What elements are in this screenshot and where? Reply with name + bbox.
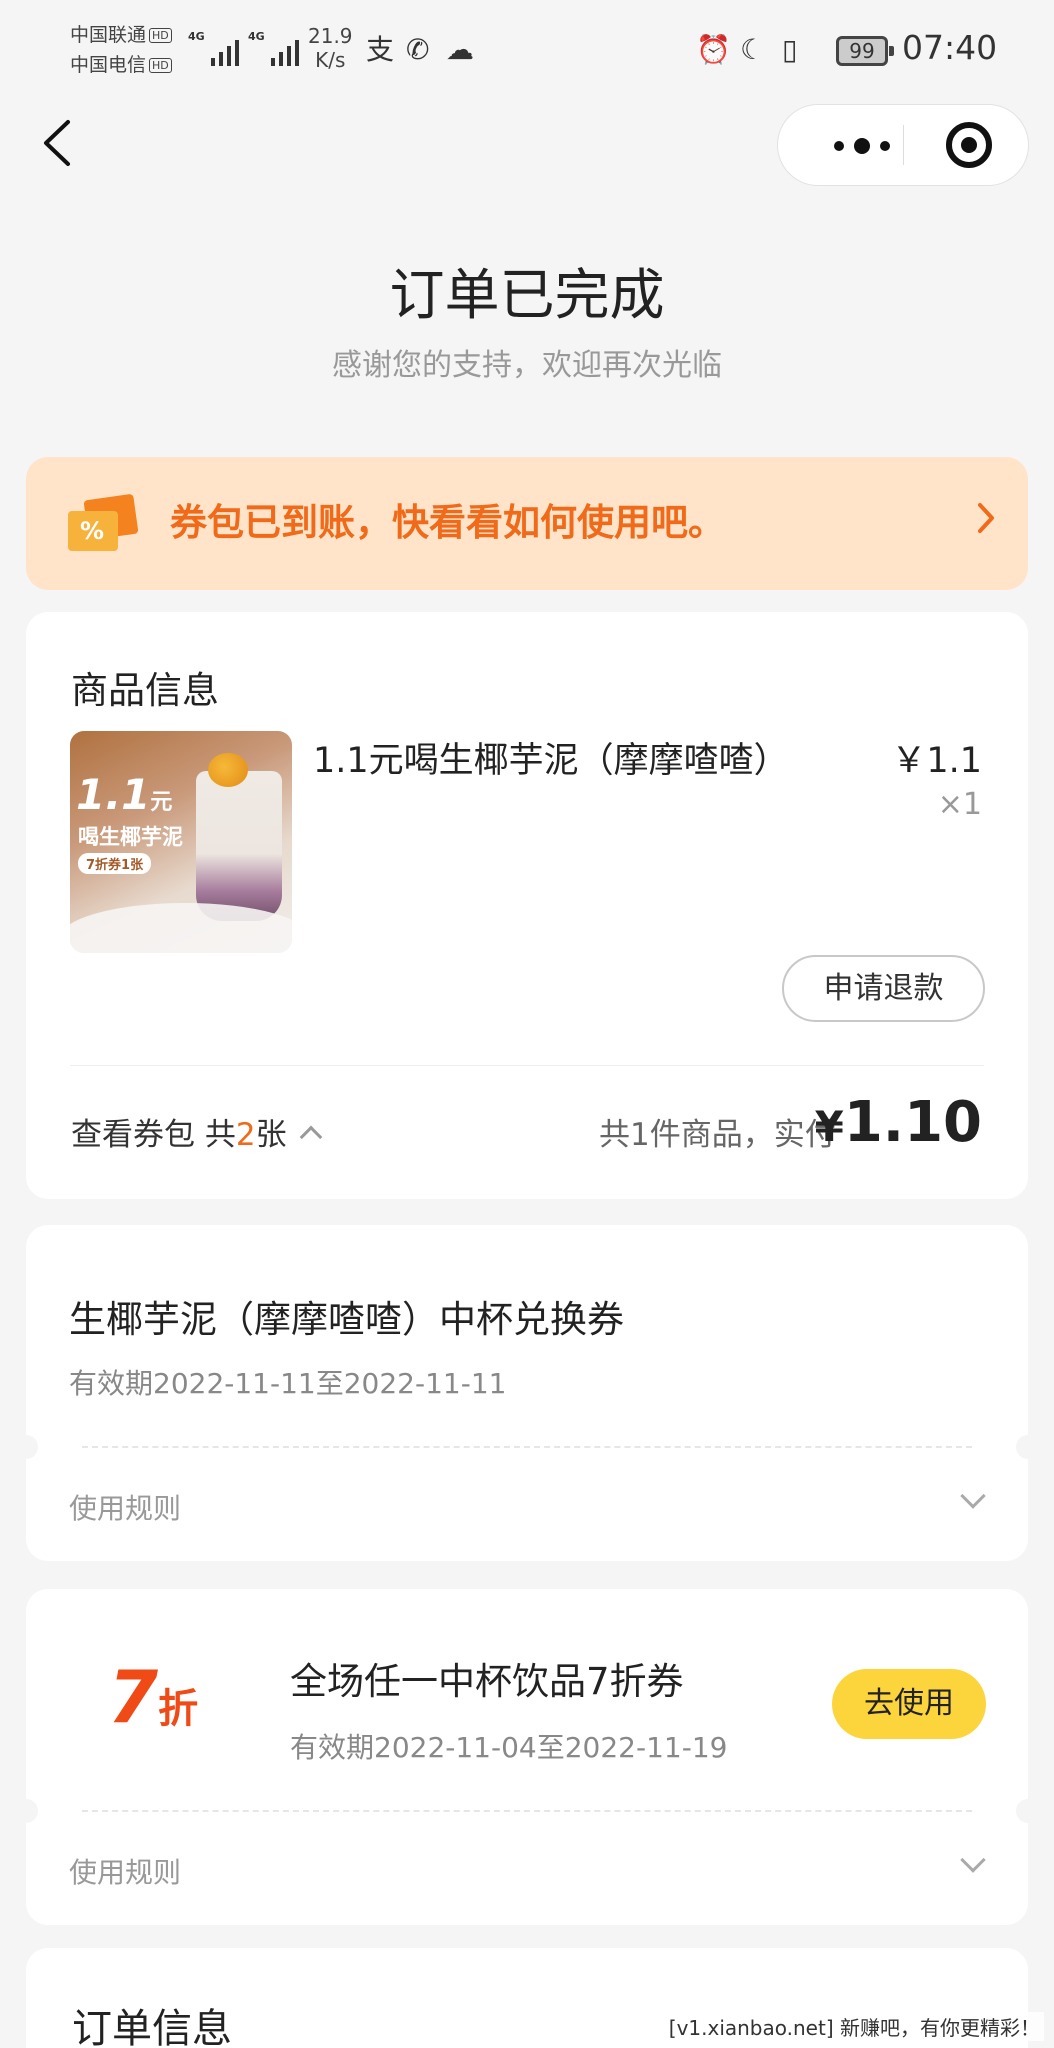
coupon-ticket-icon: %	[68, 493, 139, 551]
watermark: [v1.xianbao.net] 新赚吧，有你更精彩！	[664, 2012, 1044, 2041]
more-icon[interactable]	[818, 105, 906, 185]
product-info-card: 商品信息 1.1元 喝生椰芋泥 7折券1张 1.1元喝生椰芋泥（摩摩喳喳） ￥1…	[26, 612, 1028, 1199]
page-subtitle: 感谢您的支持，欢迎再次光临	[332, 348, 722, 383]
use-voucher-button[interactable]: 去使用	[832, 1669, 986, 1739]
refund-button[interactable]: 申请退款	[782, 955, 985, 1022]
hd-badge: HD	[149, 28, 172, 43]
discount-voucher-card: 7折 全场任一中杯饮品7折券 有效期2022-11-04至2022-11-19 …	[14, 1589, 1040, 1925]
view-voucher-pack[interactable]: 查看券包 共2张	[71, 1109, 322, 1154]
voucher-validity: 有效期2022-11-04至2022-11-19	[290, 1731, 728, 1764]
close-mini-program-icon[interactable]	[946, 122, 992, 168]
network-speed: 21.9 K/s	[308, 24, 353, 72]
carrier-info: 中国联通 HD 中国电信 HD	[70, 20, 172, 80]
product-quantity: ×1	[937, 787, 982, 822]
chevron-up-icon	[299, 1125, 322, 1149]
section-title: 商品信息	[71, 669, 219, 712]
signal-icon: 4G	[188, 30, 239, 66]
wechat-icon: ☁	[446, 33, 474, 66]
hd-badge: HD	[149, 58, 172, 73]
clock: 07:40	[902, 28, 998, 67]
total-amount: ¥1.10	[814, 1090, 982, 1155]
dashed-divider	[82, 1446, 972, 1448]
dashed-divider	[82, 1810, 972, 1812]
product-name: 1.1元喝生椰芋泥（摩摩喳喳）	[313, 741, 789, 781]
image-price: 1.1	[76, 770, 151, 819]
vibrate-icon: ▯	[782, 33, 798, 66]
coupon-arrival-banner[interactable]: % 券包已到账，快看看如何使用吧。	[26, 457, 1028, 590]
voucher-title: 生椰芋泥（摩摩喳喳）中杯兑换券	[69, 1298, 624, 1341]
product-price: ￥1.1	[891, 741, 982, 781]
back-icon[interactable]	[40, 118, 80, 174]
total-label: 共1件商品，实付	[599, 1117, 836, 1153]
status-bar: 中国联通 HD 中国电信 HD 4G 4G 21.9 K/s 支 ✆ ☁ ⏰ ☾ ▯…	[0, 0, 1054, 100]
carrier-2: 中国电信	[70, 54, 147, 76]
voucher-validity: 有效期2022-11-11至2022-11-11	[69, 1367, 507, 1400]
section-title: 订单信息	[72, 2006, 232, 2048]
discount-value: 7折	[108, 1655, 199, 1739]
alarm-icon: ⏰	[696, 33, 731, 66]
drink-cup-illustration	[196, 753, 282, 921]
banner-text: 券包已到账，快看看如何使用吧。	[170, 501, 725, 544]
capsule-divider	[903, 125, 904, 165]
usage-rules-toggle[interactable]: 使用规则	[69, 1487, 181, 1527]
product-image[interactable]: 1.1元 喝生椰芋泥 7折券1张	[70, 731, 292, 953]
signal-icon: 4G	[248, 30, 299, 66]
chevron-down-icon[interactable]	[960, 1483, 986, 1509]
battery-icon: 99	[836, 36, 894, 66]
voucher-count: 2	[235, 1117, 256, 1153]
alipay-icon: 支	[366, 33, 395, 66]
image-pill: 7折券1张	[78, 853, 152, 874]
chevron-right-icon	[976, 497, 996, 547]
phone-icon: ✆	[406, 33, 430, 66]
image-caption: 喝生椰芋泥	[78, 825, 183, 849]
chevron-down-icon[interactable]	[960, 1847, 986, 1873]
divider	[70, 1065, 984, 1066]
usage-rules-toggle[interactable]: 使用规则	[69, 1851, 181, 1891]
exchange-voucher-card: 生椰芋泥（摩摩喳喳）中杯兑换券 有效期2022-11-11至2022-11-11…	[14, 1225, 1040, 1561]
page-title: 订单已完成	[389, 263, 665, 327]
voucher-title: 全场任一中杯饮品7折券	[290, 1660, 684, 1703]
moon-icon: ☾	[740, 33, 766, 66]
carrier-1: 中国联通	[70, 24, 147, 46]
mini-program-capsule	[777, 104, 1029, 186]
